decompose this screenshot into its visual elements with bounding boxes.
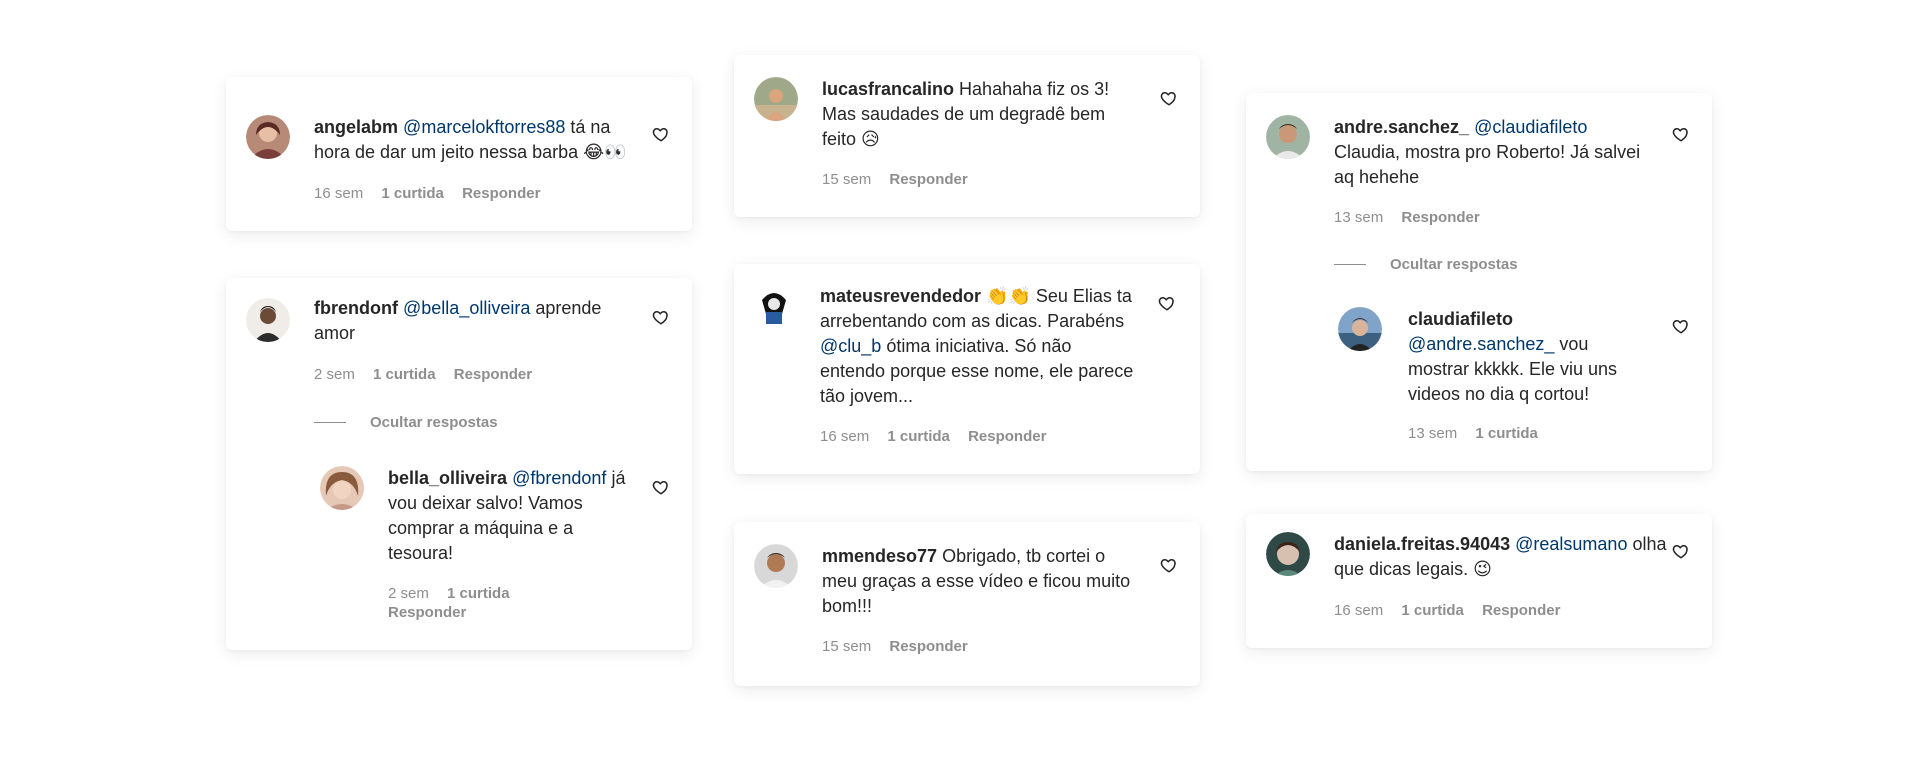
avatar[interactable] [754,77,798,121]
username[interactable]: mmendeso77 [822,546,937,566]
mention[interactable]: @andre.sanchez_ [1408,334,1554,354]
likes-count[interactable]: 1 curtida [887,428,950,445]
comment-text: lucasfrancalino Hahahaha fiz os 3! Mas s… [822,77,1132,152]
reply-meta: 13 sem 1 curtida [1408,425,1552,442]
reply-button[interactable]: Responder [388,604,466,621]
reply-button[interactable]: Responder [968,428,1046,445]
timestamp: 2 sem [314,366,355,383]
reply-button[interactable]: Responder [889,171,967,188]
divider-line [314,422,346,423]
reply-button[interactable]: Responder [462,185,540,202]
heart-icon[interactable] [652,125,670,143]
timestamp: 2 sem [388,585,429,602]
timestamp: 15 sem [822,638,872,655]
avatar[interactable] [754,544,798,588]
reply-button[interactable]: Responder [454,366,532,383]
hide-replies-label: Ocultar respostas [1390,256,1518,273]
likes-count[interactable]: 1 curtida [447,585,510,602]
timestamp: 16 sem [1334,602,1384,619]
heart-icon[interactable] [1158,294,1176,312]
comment-card: lucasfrancalino Hahahaha fiz os 3! Mas s… [734,55,1200,217]
timestamp: 16 sem [314,185,364,202]
comment-card: fbrendonf @bella_olliveira aprende amor … [226,278,692,650]
avatar[interactable] [1338,307,1382,351]
timestamp: 16 sem [820,428,870,445]
username[interactable]: fbrendonf [314,298,398,318]
reply-button[interactable]: Responder [1401,209,1479,226]
comment-text: mateusrevendedor 👏👏 Seu Elias ta arreben… [820,284,1140,409]
comment-meta: 2 sem 1 curtida Responder [314,366,546,383]
timestamp: 15 sem [822,171,872,188]
comment-text: daniela.freitas.94043 @realsumano olha q… [1334,532,1674,582]
comment-text: angelabm @marcelokftorres88 tá na hora d… [314,115,644,165]
reply-button[interactable]: Responder [1482,602,1560,619]
comment-meta: 13 sem Responder [1334,209,1494,226]
likes-count[interactable]: 1 curtida [1401,602,1464,619]
hide-replies-button[interactable]: Ocultar respostas [1334,256,1518,273]
comment-text: fbrendonf @bella_olliveira aprende amor [314,296,644,346]
username[interactable]: claudiafileto [1408,309,1513,329]
heart-icon[interactable] [1672,317,1690,335]
comment-card: daniela.freitas.94043 @realsumano olha q… [1246,514,1712,648]
avatar[interactable] [1266,115,1310,159]
reply-button[interactable]: Responder [889,638,967,655]
comment-body: Claudia, mostra pro Roberto! Já salvei a… [1334,142,1641,187]
username[interactable]: daniela.freitas.94043 [1334,534,1510,554]
mention[interactable]: @marcelokftorres88 [403,117,565,137]
heart-icon[interactable] [1160,89,1178,107]
username[interactable]: mateusrevendedor [820,286,981,306]
timestamp: 13 sem [1334,209,1384,226]
reply-text: claudiafileto @andre.sanchez_ vou mostra… [1408,307,1638,407]
comment-meta: 16 sem 1 curtida Responder [820,428,1060,445]
mention[interactable]: @clu_b [820,336,881,356]
comment-meta: 15 sem Responder [822,171,982,188]
comment-text: andre.sanchez_ @claudiafileto Claudia, m… [1334,115,1654,190]
likes-count[interactable]: 1 curtida [1475,425,1538,442]
comment-text: mmendeso77 Obrigado, tb cortei o meu gra… [822,544,1142,619]
timestamp: 13 sem [1408,425,1458,442]
comment-card: mmendeso77 Obrigado, tb cortei o meu gra… [734,522,1200,686]
hide-replies-label: Ocultar respostas [370,414,498,431]
avatar[interactable] [246,298,290,342]
comment-meta: 16 sem 1 curtida Responder [1334,602,1574,619]
heart-icon[interactable] [1160,556,1178,574]
mention[interactable]: @claudiafileto [1474,117,1587,137]
heart-icon[interactable] [1672,125,1690,143]
username[interactable]: lucasfrancalino [822,79,954,99]
username[interactable]: andre.sanchez_ [1334,117,1469,137]
heart-icon[interactable] [652,478,670,496]
comment-card: angelabm @marcelokftorres88 tá na hora d… [226,77,692,231]
username[interactable]: angelabm [314,117,398,137]
username[interactable]: bella_olliveira [388,468,507,488]
avatar[interactable] [320,466,364,510]
comment-card: andre.sanchez_ @claudiafileto Claudia, m… [1246,93,1712,471]
likes-count[interactable]: 1 curtida [373,366,436,383]
avatar[interactable] [246,115,290,159]
likes-count[interactable]: 1 curtida [381,185,444,202]
divider-line [1334,264,1366,265]
avatar[interactable] [1266,532,1310,576]
comment-meta: 15 sem Responder [822,638,982,655]
heart-icon[interactable] [652,308,670,326]
comment-meta: 16 sem 1 curtida Responder [314,185,554,202]
heart-icon[interactable] [1672,542,1690,560]
hide-replies-button[interactable]: Ocultar respostas [314,414,498,431]
avatar[interactable] [752,284,796,328]
comment-card: mateusrevendedor 👏👏 Seu Elias ta arreben… [734,264,1200,474]
mention[interactable]: @bella_olliveira [403,298,530,318]
reply-text: bella_olliveira @fbrendonf já vou deixar… [388,466,628,566]
mention[interactable]: @realsumano [1515,534,1627,554]
reply-meta: 2 sem 1 curtida Responder [388,584,558,622]
mention[interactable]: @fbrendonf [512,468,606,488]
